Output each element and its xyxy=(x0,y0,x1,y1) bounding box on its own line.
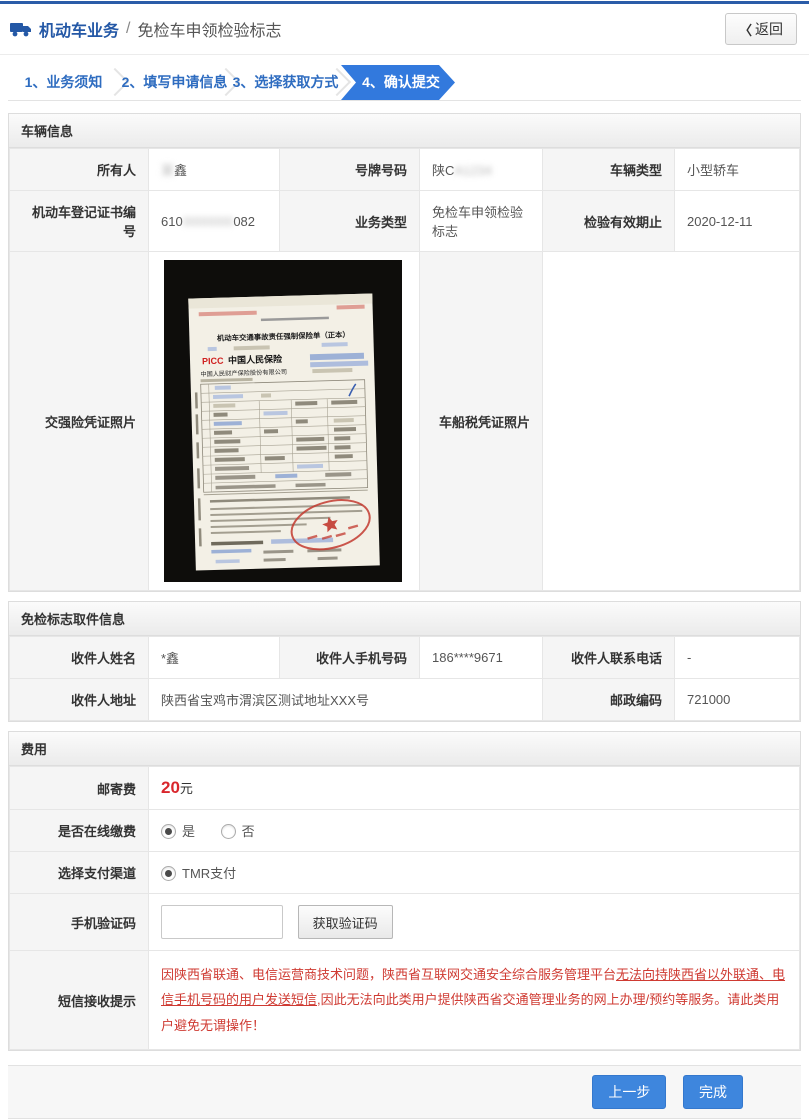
breadcrumb: 机动车业务 / 免检车申领检验标志 xyxy=(10,17,281,41)
recipient-address-label: 收件人地址 xyxy=(9,678,149,721)
captcha-cell: 获取验证码 xyxy=(148,893,800,951)
table-row: 是否在线缴费 是 否 xyxy=(9,809,800,852)
table-row: 邮寄费 20元 xyxy=(9,766,800,810)
back-button[interactable]: 〈 返回 xyxy=(724,13,797,45)
picc-logo: PICC xyxy=(202,356,224,367)
sms-tip-text: 因陕西省联通、电信运营商技术问题，陕西省互联网交通安全综合服务管理平台无法向持陕… xyxy=(148,949,800,1051)
online-pay-no-label: 否 xyxy=(241,824,255,839)
plate-value: 陕CA1234 xyxy=(419,148,543,191)
tax-photo-label: 车船税凭证照片 xyxy=(419,251,543,591)
sms-tip-part1: 因陕西省联通、电信运营商技术问题，陕西省互联网交通安全综合服务管理平台 xyxy=(161,967,617,982)
step-2-label: 2、填写申请信息 xyxy=(121,74,228,90)
step-4-label: 4、确认提交 xyxy=(362,74,440,90)
online-pay-options: 是 否 xyxy=(148,809,800,852)
postage-label: 邮寄费 xyxy=(9,766,149,810)
vehicle-info-heading: 车辆信息 xyxy=(9,114,800,148)
online-pay-label: 是否在线缴费 xyxy=(9,809,149,852)
table-row: 所有人 某鑫 号牌号码 陕CA1234 车辆类型 小型轿车 xyxy=(9,148,800,191)
step-4-confirm-submit[interactable]: 4、确认提交 xyxy=(341,65,455,100)
recipient-mobile-value: 186****9671 xyxy=(419,636,543,679)
plate-label: 号牌号码 xyxy=(279,148,420,191)
step-2-fill-info[interactable]: 2、填写申请信息 xyxy=(119,65,241,100)
cert-number-label: 机动车登记证书编号 xyxy=(9,190,149,252)
recipient-mobile-label: 收件人手机号码 xyxy=(279,636,420,679)
table-row: 收件人姓名 *鑫 收件人手机号码 186****9671 收件人联系电话 - xyxy=(9,636,800,679)
biz-type-value: 免检车申领检验标志 xyxy=(419,190,543,252)
pay-channel-options: TMR支付 xyxy=(148,851,800,894)
insurance-photo-cell: 机动车交通事故责任强制保险单（正本） PICC 中国人民保险 中国人民财产保险股… xyxy=(148,251,420,591)
owner-masked-text: 某 xyxy=(161,163,175,178)
biz-type-label: 业务类型 xyxy=(279,190,420,252)
zip-code-value: 721000 xyxy=(674,678,800,721)
fee-heading: 费用 xyxy=(9,732,800,766)
postage-amount: 20 xyxy=(161,778,180,797)
recipient-name-value: *鑫 xyxy=(148,636,280,679)
postage-value: 20元 xyxy=(148,766,800,810)
cert-number-value: 6100000000082 xyxy=(148,190,280,252)
sms-tip-label: 短信接收提示 xyxy=(9,949,149,1051)
cert-masked-text: 0000000 xyxy=(182,213,234,229)
step-1-label: 1、业务须知 xyxy=(24,74,103,90)
postage-unit: 元 xyxy=(179,781,193,796)
fee-panel: 费用 邮寄费 20元 是否在线缴费 是 否 选择支付渠道 TMR支付 手机验证码 xyxy=(8,731,801,1052)
prev-step-button[interactable]: 上一步 xyxy=(592,1075,667,1110)
tax-photo-cell xyxy=(542,251,800,591)
truck-icon xyxy=(10,23,31,37)
vehicle-type-value: 小型轿车 xyxy=(674,148,800,191)
pickup-info-table: 收件人姓名 *鑫 收件人手机号码 186****9671 收件人联系电话 - 收… xyxy=(9,636,800,721)
step-3-label: 3、选择获取方式 xyxy=(232,74,339,90)
back-button-label: 返回 xyxy=(755,21,783,37)
back-chevron-icon: 〈 xyxy=(738,22,752,38)
table-row: 收件人地址 陕西省宝鸡市渭滨区测试地址XXX号 邮政编码 721000 xyxy=(9,678,800,721)
table-row: 选择支付渠道 TMR支付 xyxy=(9,851,800,894)
fee-table: 邮寄费 20元 是否在线缴费 是 否 选择支付渠道 TMR支付 手机验证码 获取… xyxy=(9,766,800,1051)
step-3-pickup-method[interactable]: 3、选择获取方式 xyxy=(230,65,352,100)
steps-bar: 1、业务须知 2、填写申请信息 3、选择获取方式 4、确认提交 xyxy=(8,65,801,101)
plate-masked-text: A1234 xyxy=(454,163,492,178)
radio-yes-checked-icon[interactable] xyxy=(161,824,176,839)
footer-action-bar: 上一步 完成 xyxy=(8,1065,801,1119)
owner-label: 所有人 xyxy=(9,148,149,191)
vehicle-type-label: 车辆类型 xyxy=(542,148,675,191)
step-1-notice[interactable]: 1、业务须知 xyxy=(8,65,130,100)
page-header: 机动车业务 / 免检车申领检验标志 〈 返回 xyxy=(0,4,809,55)
pay-channel-tmr-label: TMR支付 xyxy=(182,866,237,881)
radio-no-unchecked-icon[interactable] xyxy=(220,824,236,839)
recipient-name-label: 收件人姓名 xyxy=(9,636,149,679)
vehicle-info-panel: 车辆信息 所有人 某鑫 号牌号码 陕CA1234 车辆类型 小型轿车 机动车登记… xyxy=(8,113,801,592)
svg-text:中国人民保险: 中国人民保险 xyxy=(228,353,283,366)
radio-tmr-checked-icon[interactable] xyxy=(161,866,176,881)
insurance-photo-label: 交强险凭证照片 xyxy=(9,251,149,591)
finish-button[interactable]: 完成 xyxy=(683,1075,743,1110)
zip-code-label: 邮政编码 xyxy=(542,678,675,721)
valid-until-label: 检验有效期止 xyxy=(542,190,675,252)
page-title: 机动车业务 xyxy=(39,23,120,40)
pay-channel-label: 选择支付渠道 xyxy=(9,851,149,894)
owner-value: 某鑫 xyxy=(148,148,280,191)
recipient-address-value: 陕西省宝鸡市渭滨区测试地址XXX号 xyxy=(148,678,543,721)
valid-until-value: 2020-12-11 xyxy=(674,190,800,252)
online-pay-yes-label: 是 xyxy=(182,824,196,839)
table-row: 机动车登记证书编号 6100000000082 业务类型 免检车申领检验标志 检… xyxy=(9,190,800,252)
recipient-phone-label: 收件人联系电话 xyxy=(542,636,675,679)
captcha-input[interactable] xyxy=(161,905,283,939)
table-row: 交强险凭证照片 机动车交通事故责任强制保险单（正本） PICC 中国人民保险 中… xyxy=(9,251,800,591)
captcha-label: 手机验证码 xyxy=(9,893,149,951)
pickup-info-heading: 免检标志取件信息 xyxy=(9,602,800,636)
table-row: 短信接收提示 因陕西省联通、电信运营商技术问题，陕西省互联网交通安全综合服务管理… xyxy=(9,949,800,1051)
online-pay-yes-option[interactable]: 是 xyxy=(161,824,195,839)
pay-channel-tmr-option[interactable]: TMR支付 xyxy=(161,866,236,881)
insurance-certificate-photo[interactable]: 机动车交通事故责任强制保险单（正本） PICC 中国人民保险 中国人民财产保险股… xyxy=(164,260,402,582)
online-pay-no-option[interactable]: 否 xyxy=(220,824,255,839)
recipient-phone-value: - xyxy=(674,636,800,679)
get-captcha-button[interactable]: 获取验证码 xyxy=(297,905,393,939)
vehicle-info-table: 所有人 某鑫 号牌号码 陕CA1234 车辆类型 小型轿车 机动车登记证书编号 … xyxy=(9,148,800,591)
breadcrumb-separator: / xyxy=(126,20,131,37)
pickup-info-panel: 免检标志取件信息 收件人姓名 *鑫 收件人手机号码 186****9671 收件… xyxy=(8,601,801,722)
page-subtitle: 免检车申领检验标志 xyxy=(137,23,282,40)
table-row: 手机验证码 获取验证码 xyxy=(9,893,800,951)
